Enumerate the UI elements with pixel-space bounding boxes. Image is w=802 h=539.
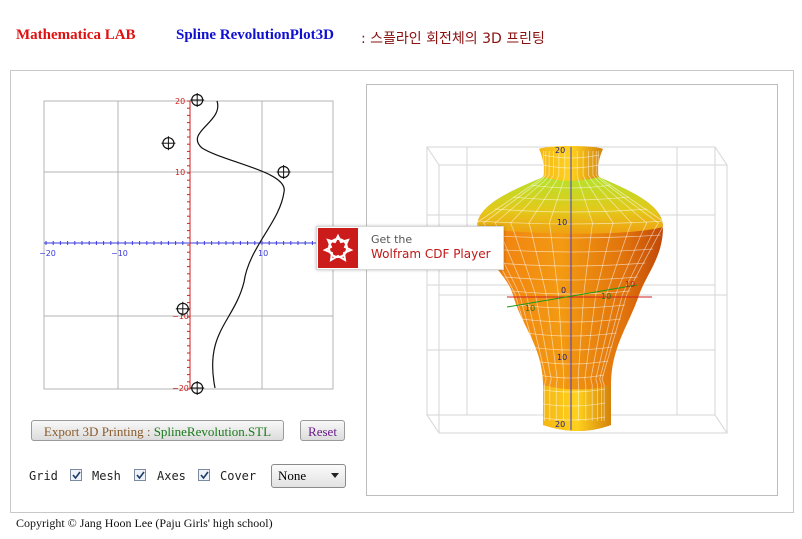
x-tick-label: 10 <box>258 249 268 258</box>
spline-control-point[interactable] <box>161 136 176 151</box>
mesh-label: Mesh <box>92 469 121 483</box>
x-tick-label: −10 <box>111 249 128 258</box>
spline-control-point[interactable] <box>190 93 205 107</box>
spline-control-point[interactable] <box>276 165 291 179</box>
check-icon <box>72 471 81 480</box>
z-tick-label: 20 <box>555 146 565 155</box>
cover-dropdown[interactable]: None <box>271 464 346 488</box>
wolfram-spikey-icon <box>318 228 358 268</box>
revolution-3d-view[interactable]: 20 10 0 10 20 10 10 10 <box>366 84 778 496</box>
axes-label: Axes <box>157 469 186 483</box>
z-tick-label: 10 <box>557 353 567 362</box>
grid-checkbox[interactable] <box>70 469 82 481</box>
check-icon <box>200 471 209 480</box>
app-title: Spline RevolutionPlot3D <box>176 27 334 43</box>
z-tick-label: 10 <box>557 218 567 227</box>
cdf-player-name: Wolfram CDF Player <box>371 247 491 261</box>
x-tick-label: 10 <box>625 280 635 289</box>
y-tick-label: −20 <box>172 384 189 393</box>
spline-control-point[interactable] <box>190 381 205 395</box>
cover-label: Cover <box>220 469 257 483</box>
z-tick-label: 20 <box>555 420 565 429</box>
cover-selected-value: None <box>278 468 307 483</box>
mesh-checkbox[interactable] <box>134 469 146 481</box>
grid-label: Grid <box>29 469 58 483</box>
cdf-player-badge[interactable]: Get the Wolfram CDF Player <box>316 226 504 270</box>
check-icon <box>136 471 145 480</box>
chevron-down-icon <box>331 473 339 478</box>
cdf-get-label: Get the <box>371 233 413 246</box>
y-tick-label: 10 <box>525 304 535 313</box>
lab-title: Mathematica LAB <box>16 27 136 43</box>
copyright-text: Copyright © Jang Hoon Lee (Paju Girls' h… <box>16 516 273 530</box>
axes-checkbox[interactable] <box>198 469 210 481</box>
y-axis-minor-ticks <box>187 100 190 390</box>
z-tick-label: 0 <box>561 286 566 295</box>
export-label: Export 3D Printing : <box>43 424 154 439</box>
spline-locator-plot[interactable]: −20 −10 10 20 10 −10 −20 <box>34 92 344 397</box>
export-filename: SplineRevolution.STL <box>153 424 272 439</box>
y-tick-label: 10 <box>601 292 611 301</box>
y-tick-label: 10 <box>175 168 185 177</box>
y-tick-label: 20 <box>175 97 185 106</box>
app-subtitle: : 스플라인 회전체의 3D 프린팅 <box>361 31 545 47</box>
export-stl-button[interactable]: Export 3D Printing : SplineRevolution.ST… <box>31 420 284 441</box>
reset-button[interactable]: Reset <box>300 420 345 441</box>
x-tick-label: −20 <box>39 249 56 258</box>
vase-render: 20 10 0 10 20 10 10 10 <box>426 146 728 434</box>
